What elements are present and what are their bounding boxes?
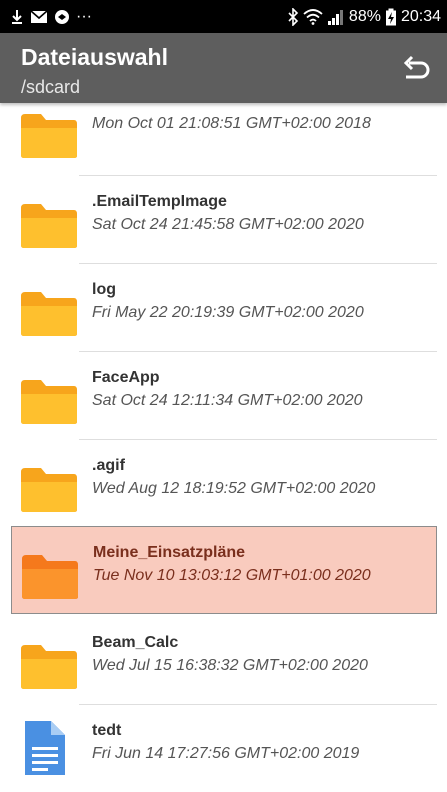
- folder-icon: [21, 204, 77, 248]
- status-notifications: ···: [10, 0, 92, 33]
- item-date: Fri Jun 14 17:27:56 GMT+02:00 2019: [92, 745, 360, 762]
- file-list-item[interactable]: .EmailTempImage Sat Oct 24 21:45:58 GMT+…: [11, 176, 437, 264]
- file-list-item[interactable]: Mon Oct 01 21:08:51 GMT+02:00 2018: [11, 103, 437, 176]
- file-list-item[interactable]: log Fri May 22 20:19:39 GMT+02:00 2020: [11, 264, 437, 352]
- file-list-item[interactable]: tedt Fri Jun 14 17:27:56 GMT+02:00 2019: [11, 705, 437, 792]
- item-name: .EmailTempImage: [92, 193, 227, 210]
- folder-icon: [21, 645, 77, 689]
- status-bar: ··· 88% 20:34: [0, 0, 447, 33]
- item-name: Beam_Calc: [92, 634, 179, 651]
- item-name: .agif: [92, 457, 125, 474]
- item-name: FaceApp: [92, 369, 160, 386]
- folder-icon: [21, 292, 77, 336]
- item-date: Fri May 22 20:19:39 GMT+02:00 2020: [92, 304, 364, 321]
- item-name: tedt: [92, 722, 122, 739]
- wifi-icon: [303, 8, 323, 25]
- item-name: log: [92, 281, 116, 298]
- item-name: Meine_Einsatzpläne: [93, 544, 246, 561]
- item-date: Wed Jul 15 16:38:32 GMT+02:00 2020: [92, 657, 368, 674]
- folder-icon: [21, 468, 77, 512]
- clock: 20:34: [400, 7, 441, 25]
- file-list-item[interactable]: FaceApp Sat Oct 24 12:11:34 GMT+02:00 20…: [11, 352, 437, 440]
- file-list[interactable]: Mon Oct 01 21:08:51 GMT+02:00 2018 .Emai…: [0, 103, 447, 792]
- file-list-item[interactable]: .agif Wed Aug 12 18:19:52 GMT+02:00 2020: [11, 440, 437, 528]
- file-list-item[interactable]: Beam_Calc Wed Jul 15 16:38:32 GMT+02:00 …: [11, 617, 437, 705]
- battery-charging-icon: [385, 8, 396, 25]
- file-list-item-selected[interactable]: Meine_Einsatzpläne Tue Nov 10 13:03:12 G…: [11, 526, 437, 614]
- document-icon: [25, 721, 65, 775]
- bluetooth-icon: [288, 7, 299, 26]
- shield-icon: [55, 9, 69, 24]
- status-indicators: 88% 20:34: [287, 0, 441, 33]
- page-title: Dateiauswahl: [21, 44, 168, 70]
- back-button[interactable]: [399, 53, 431, 85]
- item-date: Sat Oct 24 21:45:58 GMT+02:00 2020: [92, 216, 364, 233]
- item-date: Wed Aug 12 18:19:52 GMT+02:00 2020: [92, 480, 376, 497]
- app-bar: Dateiauswahl /sdcard: [0, 33, 447, 103]
- folder-icon: [21, 114, 77, 158]
- folder-icon: [21, 380, 77, 424]
- folder-icon: [22, 555, 78, 599]
- item-date: Tue Nov 10 13:03:12 GMT+01:00 2020: [93, 567, 371, 584]
- item-date: Sat Oct 24 12:11:34 GMT+02:00 2020: [92, 392, 363, 409]
- download-icon: [12, 9, 22, 24]
- signal-icon: [327, 9, 343, 25]
- more-notifications: ···: [76, 7, 92, 25]
- current-path: /sdcard: [21, 77, 81, 97]
- mail-icon: [30, 9, 48, 23]
- item-date: Mon Oct 01 21:08:51 GMT+02:00 2018: [92, 115, 371, 132]
- battery-percent: 88%: [348, 7, 381, 25]
